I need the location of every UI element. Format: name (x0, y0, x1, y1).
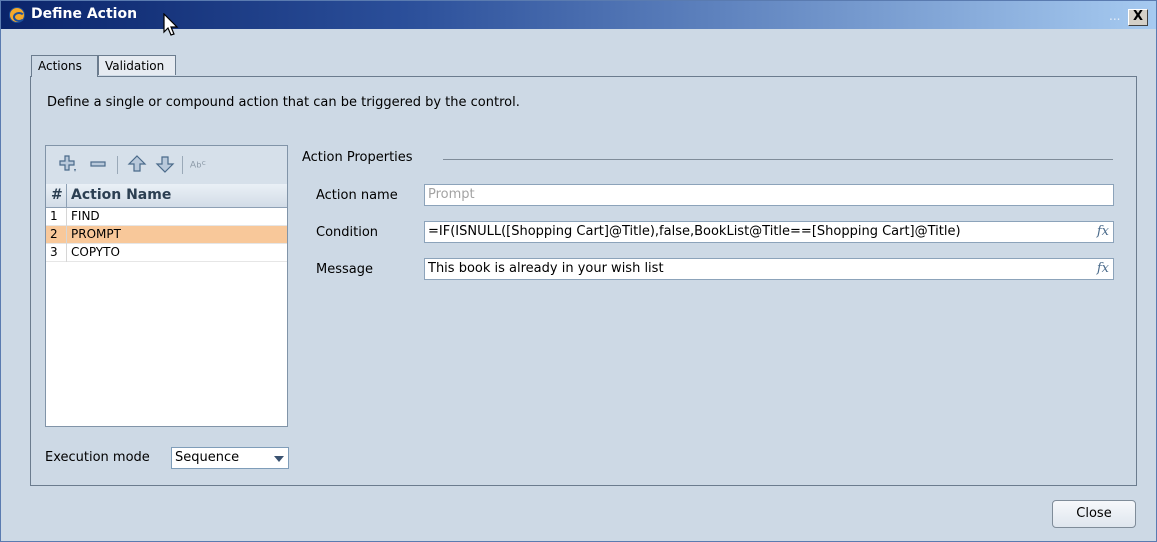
app-icon (9, 7, 25, 23)
toolbar-separator (182, 156, 183, 174)
message-label: Message (316, 262, 373, 277)
row-action-name: FIND (71, 209, 100, 223)
rename-icon: A b c (190, 158, 206, 171)
title-bar[interactable]: Define Action ... X (1, 1, 1156, 36)
execution-mode-label: Execution mode (45, 450, 150, 465)
remove-action-button[interactable] (88, 154, 110, 174)
mouse-cursor-icon (163, 13, 179, 36)
row-action-name: PROMPT (71, 227, 121, 241)
function-fx-icon[interactable]: fx (1097, 224, 1109, 239)
action-name-input[interactable]: Prompt (424, 184, 1114, 206)
remove-icon (90, 161, 106, 167)
message-input[interactable]: This book is already in your wish list f… (424, 258, 1114, 280)
action-properties-legend: Action Properties (302, 150, 421, 165)
message-value: This book is already in your wish list (428, 261, 664, 276)
function-fx-icon[interactable]: fx (1097, 261, 1109, 276)
add-action-button[interactable] (58, 154, 80, 174)
actions-list-panel: A b c # Action Name 1 FIND 2 PROMPT 3 CO… (45, 145, 288, 427)
actions-toolbar: A b c (46, 146, 287, 185)
row-number: 1 (50, 209, 58, 223)
execution-mode-select[interactable]: Sequence (171, 447, 289, 469)
column-divider (66, 226, 67, 244)
move-up-icon (127, 155, 147, 172)
window-title: Define Action (31, 6, 138, 22)
title-ellipsis: ... (1109, 9, 1121, 23)
legend-divider (443, 159, 1113, 160)
action-name-placeholder: Prompt (428, 187, 475, 202)
column-divider (66, 184, 67, 207)
close-button[interactable]: Close (1052, 500, 1136, 528)
column-divider (66, 244, 67, 262)
move-up-button[interactable] (126, 154, 148, 174)
row-number: 3 (50, 245, 58, 259)
define-action-dialog: Define Action ... X Actions Validation D… (0, 0, 1157, 542)
rename-action-button[interactable]: A b c (188, 154, 210, 174)
row-action-name: COPYTO (71, 245, 120, 259)
tab-validation[interactable]: Validation (98, 55, 176, 75)
condition-label: Condition (316, 225, 379, 240)
move-down-button[interactable] (154, 154, 176, 174)
svg-text:b: b (196, 160, 201, 170)
column-divider (66, 208, 67, 226)
execution-mode-value: Sequence (175, 450, 240, 465)
window-close-button[interactable]: X (1128, 9, 1148, 26)
column-header-action-name[interactable]: Action Name (71, 187, 171, 203)
condition-value: =IF(ISNULL([Shopping Cart]@Title),false,… (428, 224, 961, 239)
condition-input[interactable]: =IF(ISNULL([Shopping Cart]@Title),false,… (424, 221, 1114, 243)
list-item[interactable]: 2 PROMPT (46, 226, 287, 244)
action-name-label: Action name (316, 188, 398, 203)
tab-actions[interactable]: Actions (31, 55, 98, 77)
list-item[interactable]: 3 COPYTO (46, 244, 287, 262)
column-header-number: # (51, 187, 63, 203)
row-number: 2 (50, 227, 58, 241)
description-text: Define a single or compound action that … (47, 95, 520, 110)
actions-tab-panel: Define a single or compound action that … (30, 76, 1137, 486)
move-down-icon (155, 156, 175, 173)
toolbar-separator (117, 156, 118, 174)
list-item[interactable]: 1 FIND (46, 208, 287, 226)
list-header: # Action Name (46, 184, 287, 208)
add-icon (59, 155, 76, 172)
svg-text:c: c (202, 158, 206, 167)
chevron-down-icon[interactable] (273, 454, 285, 464)
